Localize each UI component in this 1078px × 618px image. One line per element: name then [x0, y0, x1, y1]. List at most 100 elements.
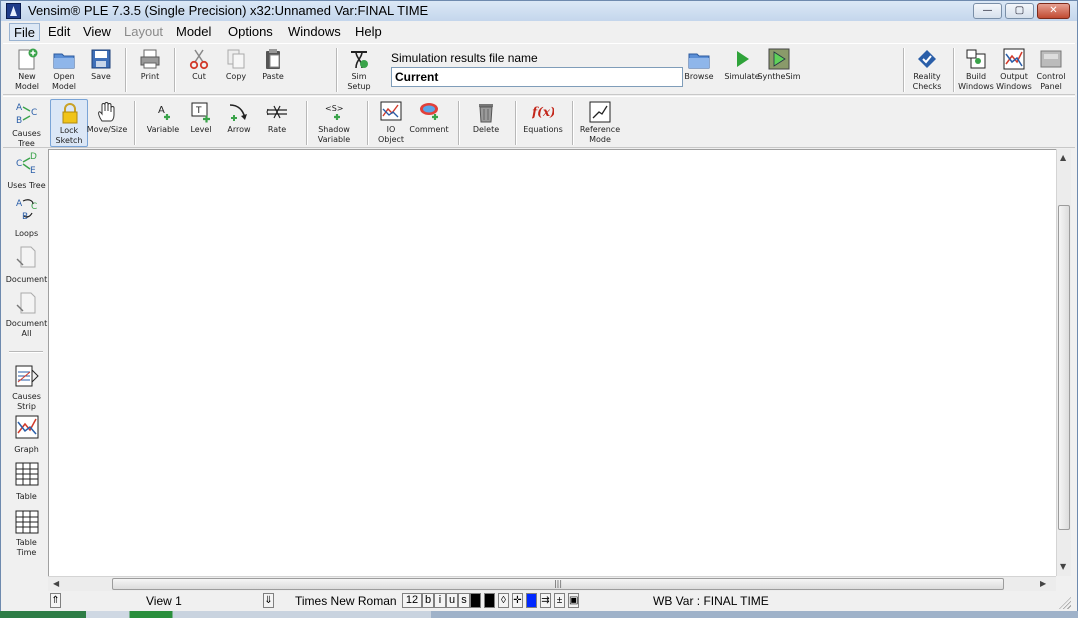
- cut-button[interactable]: Cut: [180, 46, 218, 94]
- reality-checks-button[interactable]: Reality Checks: [908, 46, 946, 94]
- horizontal-scrollbar[interactable]: ◀ ||| ▶: [48, 576, 1056, 591]
- menu-layout[interactable]: Layout: [120, 23, 167, 41]
- io-object-icon: [380, 101, 402, 121]
- lock-sketch-button[interactable]: Lock Sketch: [50, 99, 88, 147]
- menu-view[interactable]: View: [79, 23, 115, 41]
- comment-cloud-icon: [420, 103, 438, 120]
- italic-toggle[interactable]: i: [434, 593, 446, 608]
- function-icon: f(x): [532, 105, 554, 119]
- paste-button[interactable]: Paste: [254, 46, 292, 94]
- sim-setup-label: Sim Setup: [347, 72, 371, 91]
- view-name[interactable]: View 1: [146, 594, 182, 608]
- menu-model[interactable]: Model: [172, 23, 215, 41]
- svg-text:C: C: [31, 108, 37, 118]
- horizontal-scroll-thumb[interactable]: |||: [112, 578, 1004, 590]
- table-button[interactable]: Table: [4, 462, 49, 504]
- scroll-right-arrow-icon[interactable]: ▶: [1040, 579, 1046, 588]
- loops-button[interactable]: ACB Loops: [4, 197, 49, 239]
- menu-bar: File Edit View Layout Model Options Wind…: [3, 22, 1075, 42]
- open-model-button[interactable]: Open Model: [45, 46, 83, 94]
- underline-toggle[interactable]: u: [446, 593, 458, 608]
- synthesim-button[interactable]: SyntheSim: [757, 46, 801, 94]
- io-object-button[interactable]: IO Object: [372, 99, 410, 147]
- graph-icon: [15, 415, 39, 439]
- text-color-swatch[interactable]: [470, 593, 481, 608]
- hand-icon: [98, 102, 115, 122]
- vensim-app-icon: [6, 3, 21, 19]
- rate-button[interactable]: Rate: [258, 99, 296, 147]
- font-name[interactable]: Times New Roman: [295, 594, 397, 608]
- vertical-scroll-thumb[interactable]: [1058, 205, 1070, 530]
- scroll-down-arrow-icon[interactable]: ▼: [1060, 562, 1066, 571]
- delete-button[interactable]: Delete: [467, 99, 505, 147]
- level-icon: T: [191, 102, 210, 123]
- font-size[interactable]: 12: [402, 593, 422, 608]
- sim-results-input[interactable]: Current: [391, 67, 683, 87]
- maximize-button[interactable]: ▢: [1005, 3, 1034, 19]
- variable-button[interactable]: A Variable: [144, 99, 182, 147]
- build-windows-button[interactable]: Build Windows: [957, 46, 995, 94]
- causes-strip-button[interactable]: Causes Strip: [4, 364, 49, 412]
- menu-help[interactable]: Help: [351, 23, 386, 41]
- menu-file[interactable]: File: [9, 23, 40, 41]
- control-panel-button[interactable]: Control Panel: [1032, 46, 1070, 94]
- toolbar-separator: [572, 101, 573, 145]
- svg-text:C: C: [16, 159, 22, 169]
- menu-edit[interactable]: Edit: [44, 23, 74, 41]
- control-panel-label: Control Panel: [1036, 72, 1066, 91]
- sketch-toolbar: Lock Sketch Move/Size A Variable T Level…: [3, 96, 1075, 148]
- vertical-scrollbar[interactable]: ▲ ▼: [1056, 149, 1071, 576]
- menu-options[interactable]: Options: [224, 23, 277, 41]
- strike-toggle[interactable]: s: [458, 593, 470, 608]
- document-all-label: Document All: [5, 319, 48, 338]
- reference-mode-icon: [589, 101, 611, 123]
- shape-style-icon[interactable]: ◊: [498, 593, 509, 608]
- sketch-canvas[interactable]: [48, 149, 1056, 576]
- palette-separator: [9, 351, 43, 352]
- save-button[interactable]: Save: [82, 46, 120, 94]
- graph-button[interactable]: Graph: [4, 415, 49, 455]
- menu-windows[interactable]: Windows: [284, 23, 345, 41]
- polarity-icon[interactable]: ±: [554, 593, 565, 608]
- arrow-style-icon[interactable]: ✛: [512, 593, 523, 608]
- line-color-swatch[interactable]: [484, 593, 495, 608]
- causes-strip-icon: [15, 365, 39, 387]
- simulate-button[interactable]: Simulate: [723, 46, 761, 94]
- view-down-button[interactable]: ⇓: [263, 593, 274, 608]
- comment-label: Comment: [409, 125, 449, 134]
- causes-tree-button[interactable]: ACB Causes Tree: [4, 101, 49, 149]
- document-button[interactable]: Document: [4, 245, 49, 287]
- close-button[interactable]: ✕: [1037, 3, 1070, 19]
- reference-mode-button[interactable]: Reference Mode: [580, 99, 620, 147]
- scroll-up-arrow-icon[interactable]: ▲: [1060, 153, 1066, 162]
- view-up-button[interactable]: ⇑: [50, 593, 61, 608]
- graph-label: Graph: [14, 445, 39, 454]
- shadow-variable-button[interactable]: <S> Shadow Variable: [315, 99, 353, 147]
- scroll-left-arrow-icon[interactable]: ◀: [53, 579, 59, 588]
- print-button[interactable]: Print: [131, 46, 169, 94]
- table-time-button[interactable]: Table Time: [4, 510, 49, 558]
- new-document-icon: [18, 48, 38, 70]
- document-all-button[interactable]: Document All: [4, 291, 49, 339]
- arrow-button[interactable]: Arrow: [220, 99, 258, 147]
- equations-button[interactable]: f(x) Equations: [523, 99, 563, 147]
- fill-color-swatch[interactable]: [526, 593, 537, 608]
- level-button[interactable]: T Level: [182, 99, 220, 147]
- main-toolbar: New Model Open Model Save Print Cut Copy…: [3, 43, 1075, 95]
- minimize-button[interactable]: —: [973, 3, 1002, 19]
- causes-tree-label: Causes Tree: [12, 129, 41, 148]
- toolbar-separator: [458, 101, 459, 145]
- bold-toggle[interactable]: b: [422, 593, 434, 608]
- taskbar-strip: [0, 611, 1078, 618]
- comment-button[interactable]: Comment: [409, 99, 449, 147]
- move-size-button[interactable]: Move/Size: [87, 99, 127, 147]
- view-options-icon[interactable]: ▣: [568, 593, 579, 608]
- browse-button[interactable]: Browse: [680, 46, 718, 94]
- copy-icon: [227, 49, 245, 69]
- shadow-variable-icon: <S>: [325, 104, 343, 120]
- sim-setup-button[interactable]: Sim Setup: [340, 46, 378, 94]
- folder-icon: [53, 53, 75, 69]
- copy-button[interactable]: Copy: [217, 46, 255, 94]
- uses-tree-button[interactable]: CDE Uses Tree: [4, 151, 49, 191]
- line-width-icon[interactable]: ⇉: [540, 593, 551, 608]
